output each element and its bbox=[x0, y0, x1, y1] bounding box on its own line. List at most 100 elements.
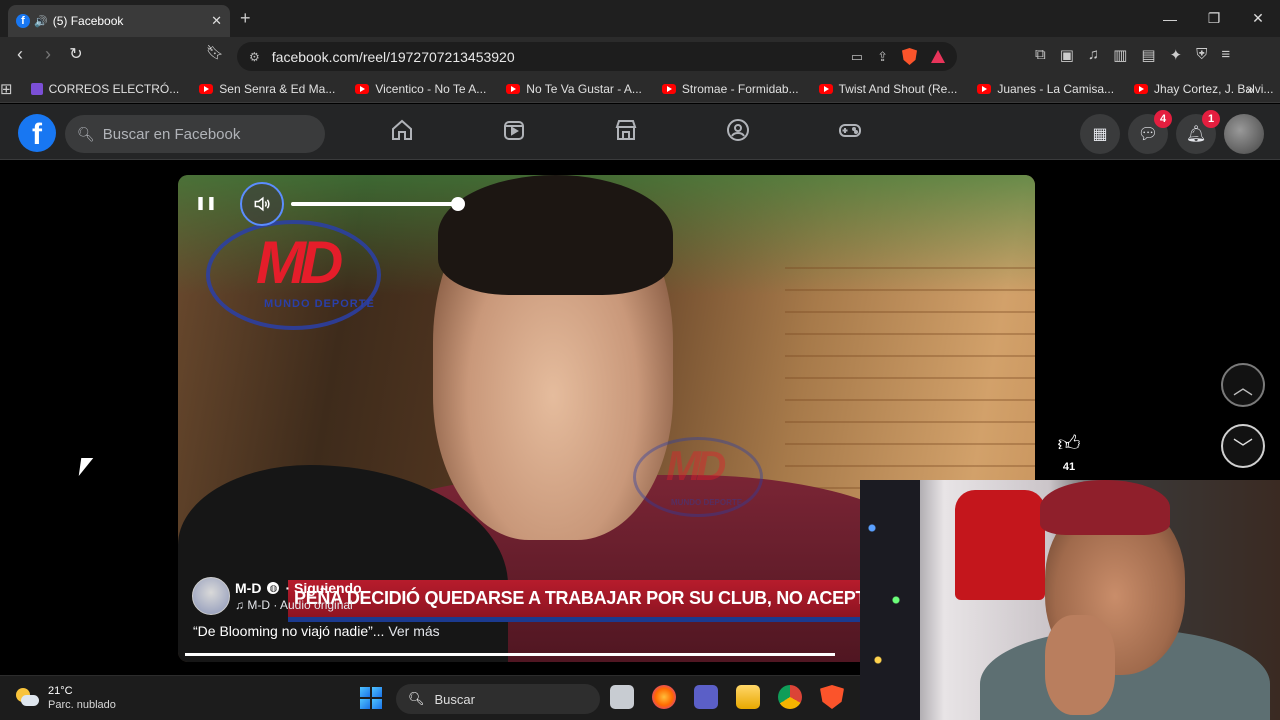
forward-button[interactable]: › bbox=[36, 44, 60, 65]
close-window-icon[interactable]: ✕ bbox=[1236, 0, 1280, 37]
watermark-text: MD bbox=[666, 442, 726, 489]
share-icon[interactable]: ⇪ bbox=[877, 49, 888, 65]
author-avatar[interactable] bbox=[192, 577, 230, 615]
temperature: 21°C bbox=[48, 685, 73, 697]
close-tab-icon[interactable]: ✕ bbox=[211, 13, 222, 29]
profile-avatar[interactable] bbox=[1224, 114, 1264, 154]
gaming-icon[interactable] bbox=[838, 118, 862, 142]
search-icon: 🔍︎ bbox=[408, 691, 425, 706]
weather-widget[interactable]: 21°C Parc. nublado bbox=[16, 684, 116, 712]
windows-taskbar: 21°C Parc. nublado 🔍︎ Buscar bbox=[0, 675, 860, 720]
messenger-button[interactable]: 💬︎ 4 bbox=[1128, 110, 1172, 154]
taskbar-search[interactable]: 🔍︎ Buscar bbox=[396, 684, 600, 714]
grid-icon: ▦ bbox=[1092, 126, 1108, 143]
windows-start-icon[interactable] bbox=[360, 687, 382, 709]
menu-grid-button[interactable]: ▦ bbox=[1080, 114, 1120, 154]
chevron-up-icon: ︿ bbox=[1233, 376, 1253, 399]
video-icon[interactable] bbox=[502, 118, 526, 142]
firefox-icon[interactable] bbox=[652, 685, 676, 709]
url-text[interactable]: facebook.com/reel/1972707213453920 bbox=[272, 49, 851, 65]
bookmark-icon[interactable]: 🔖︎ bbox=[203, 44, 227, 61]
music-note-icon: ♫ bbox=[235, 598, 248, 612]
address-bar[interactable]: ⚙︎ facebook.com/reel/1972707213453920 ▭ … bbox=[237, 42, 957, 71]
bookmark-item[interactable]: CORREOS ELECTRÓ... bbox=[30, 82, 179, 96]
bookmark-item[interactable]: Twist And Shout (Re... bbox=[818, 81, 958, 96]
reload-button[interactable]: ↻ bbox=[64, 44, 88, 64]
see-more-link[interactable]: Ver más bbox=[388, 623, 439, 639]
facebook-search[interactable]: 🔍︎ bbox=[65, 115, 325, 153]
messenger-icon: 💬︎ bbox=[1137, 126, 1159, 143]
chevron-down-icon: ﹀ bbox=[1233, 437, 1253, 460]
speaker-icon[interactable]: 🔊 bbox=[34, 15, 48, 28]
facebook-favicon-icon: f bbox=[16, 14, 30, 28]
facebook-search-input[interactable] bbox=[102, 125, 303, 143]
home-icon[interactable] bbox=[390, 118, 414, 142]
next-reel-button[interactable]: ﹀ bbox=[1221, 424, 1265, 468]
groups-icon[interactable] bbox=[726, 118, 750, 142]
site-info-icon[interactable]: ⚙︎ bbox=[249, 50, 260, 64]
music-icon[interactable]: ♫ bbox=[1088, 46, 1099, 64]
volume-button[interactable] bbox=[240, 182, 284, 226]
facebook-header: f 🔍︎ ▦ 💬︎ 4 🔔︎ 1 bbox=[0, 104, 1280, 160]
minimize-icon[interactable]: — bbox=[1148, 0, 1192, 37]
back-button[interactable]: ‹ bbox=[8, 44, 32, 65]
screenshot-icon[interactable]: ▣ bbox=[1060, 46, 1074, 64]
brave-rewards-icon[interactable] bbox=[931, 50, 945, 63]
browser-toolbar: ‹ › ↻ 🔖︎ ⚙︎ facebook.com/reel/1972707213… bbox=[0, 37, 1280, 75]
webcam-cap bbox=[1040, 480, 1170, 535]
weather-condition: Parc. nublado bbox=[48, 699, 116, 711]
marketplace-icon[interactable] bbox=[614, 118, 638, 142]
follow-status[interactable]: · Siguiendo bbox=[285, 580, 361, 596]
browser-tab[interactable]: f 🔊 (5) Facebook ✕ bbox=[8, 5, 230, 37]
bookmark-item[interactable]: Stromae - Formidab... bbox=[661, 82, 799, 96]
brave-shields-icon[interactable] bbox=[902, 48, 917, 65]
speaker-icon bbox=[254, 196, 270, 212]
previous-reel-button[interactable]: ︿ bbox=[1221, 363, 1265, 407]
pause-icon[interactable]: ❚❚ bbox=[195, 193, 217, 213]
like-button[interactable]: 👍︎ 41 bbox=[1055, 430, 1083, 473]
menu-icon[interactable]: ≡ bbox=[1221, 46, 1230, 64]
author-name[interactable]: M-D bbox=[235, 580, 261, 596]
volume-knob[interactable] bbox=[451, 197, 465, 211]
chrome-icon[interactable] bbox=[778, 685, 802, 709]
task-view-icon[interactable] bbox=[610, 685, 634, 709]
teams-icon[interactable] bbox=[694, 685, 718, 709]
more-bookmarks-icon[interactable]: » bbox=[1246, 81, 1254, 97]
logo-text: MD bbox=[256, 229, 343, 296]
youtube-icon bbox=[355, 83, 370, 94]
facebook-header-actions: ▦ 💬︎ 4 🔔︎ 1 bbox=[1080, 110, 1264, 154]
new-tab-button[interactable]: + bbox=[240, 8, 251, 29]
maximize-icon[interactable]: ❐ bbox=[1192, 0, 1236, 37]
file-explorer-icon[interactable] bbox=[736, 685, 760, 709]
bookmark-item[interactable]: Vicentico - No Te A... bbox=[355, 82, 486, 96]
bookmark-label: No Te Va Gustar - A... bbox=[526, 81, 642, 96]
facebook-logo[interactable]: f bbox=[18, 114, 56, 152]
video-progress-bar[interactable] bbox=[185, 653, 835, 656]
caption-text: “De Blooming no viajó nadie”... bbox=[193, 623, 385, 639]
extensions-icon[interactable]: ⧉ bbox=[1035, 46, 1046, 64]
brave-browser-icon[interactable] bbox=[820, 685, 844, 709]
window-controls: — ❐ ✕ bbox=[1148, 0, 1280, 37]
wallet-icon[interactable]: ▤ bbox=[1141, 46, 1155, 64]
taskbar-search-label: Buscar bbox=[434, 691, 475, 707]
webcam-hand bbox=[1045, 615, 1115, 715]
youtube-icon bbox=[818, 83, 833, 94]
bookmark-item[interactable]: No Te Va Gustar - A... bbox=[506, 82, 642, 96]
bookmark-item[interactable]: Sen Senra & Ed Ma... bbox=[199, 82, 335, 96]
bookmark-item[interactable]: Juanes - La Camisa... bbox=[977, 82, 1114, 96]
apps-grid-icon[interactable]: ⊞ bbox=[0, 80, 13, 98]
audio-source[interactable]: M-D · Audio original bbox=[247, 598, 352, 612]
volume-slider[interactable] bbox=[291, 197, 465, 211]
vpn-icon[interactable]: ⛨ bbox=[1196, 46, 1207, 64]
youtube-icon bbox=[661, 83, 676, 94]
reel-caption: “De Blooming no viajó nadie”... Ver más bbox=[193, 623, 440, 639]
sidebar-icon[interactable]: ▥ bbox=[1113, 46, 1127, 64]
notifications-button[interactable]: 🔔︎ 1 bbox=[1176, 110, 1220, 154]
bookmark-label: Twist And Shout (Re... bbox=[838, 81, 958, 96]
messenger-badge: 4 bbox=[1154, 110, 1172, 128]
thumbs-up-icon: 👍︎ bbox=[1057, 431, 1081, 456]
leo-icon[interactable]: ✦ bbox=[1170, 46, 1183, 64]
webcam-lights bbox=[860, 480, 920, 720]
extensions-bar: ⧉ ▣ ♫ ▥ ▤ ✦ ⛨ ≡ bbox=[1035, 46, 1230, 64]
cast-icon[interactable]: ▭ bbox=[851, 49, 863, 65]
